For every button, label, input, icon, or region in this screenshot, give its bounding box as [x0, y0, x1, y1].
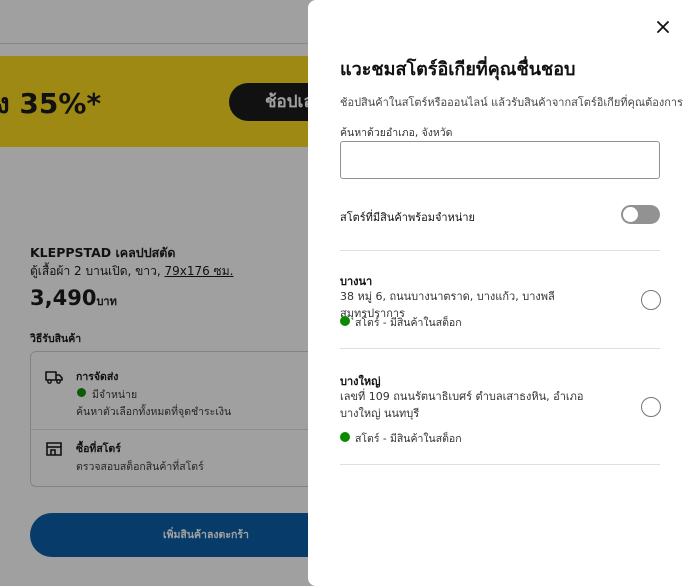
store-option-bangyai[interactable]: บางใหญ่ เลขที่ 109 ถนนรัตนาธิเบศร์ ตำบลเ… — [340, 372, 661, 448]
search-label: ค้นหาด้วยอำเภอ, จังหวัด — [340, 127, 453, 139]
close-icon — [657, 21, 669, 33]
divider — [340, 348, 660, 349]
store-option-bangna[interactable]: บางนา 38 หมู่ 6, ถนนบางนาตราด, บางแก้ว, … — [340, 272, 661, 332]
store-radio-button[interactable] — [641, 290, 661, 310]
panel-subtitle: ช้อปสินค้าในสโตร์หรือออนไลน์ แล้วรับสินค… — [340, 96, 683, 109]
in-stock-dot — [340, 316, 350, 326]
store-stock-status: สโตร์ - มีสินค้าในสต็อก — [340, 314, 462, 331]
close-button[interactable] — [650, 14, 676, 40]
store-stock-status: สโตร์ - มีสินค้าในสต็อก — [340, 430, 462, 447]
availability-toggle-label: สโตร์ที่มีสินค้าพร้อมจำหน่าย — [340, 211, 475, 224]
store-selector-panel: แวะชมสโตร์อิเกียที่คุณชื่นชอบ ช้อปสินค้า… — [308, 0, 687, 586]
store-search-input[interactable] — [340, 141, 660, 179]
store-radio-button[interactable] — [641, 397, 661, 417]
availability-toggle[interactable] — [621, 205, 660, 224]
divider — [340, 464, 660, 465]
store-address: เลขที่ 109 ถนนรัตนาธิเบศร์ ตำบลเสาธงหิน,… — [340, 390, 584, 420]
in-stock-dot — [340, 432, 350, 442]
divider — [340, 250, 660, 251]
store-stock-text: สโตร์ - มีสินค้าในสต็อก — [355, 317, 462, 329]
panel-title: แวะชมสโตร์อิเกียที่คุณชื่นชอบ — [340, 59, 576, 80]
store-stock-text: สโตร์ - มีสินค้าในสต็อก — [355, 433, 462, 445]
toggle-knob — [623, 207, 638, 222]
